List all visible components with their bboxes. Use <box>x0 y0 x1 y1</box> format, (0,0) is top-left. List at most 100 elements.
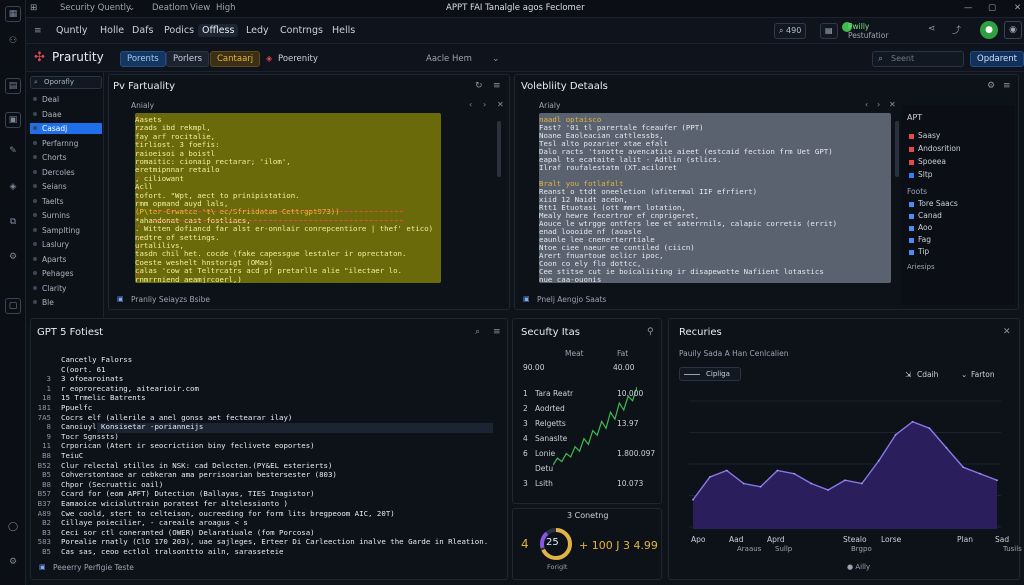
menu-item[interactable]: High <box>216 3 236 13</box>
filter-label[interactable]: Poerenity <box>278 54 318 64</box>
share-link-icon[interactable]: ⤴ <box>952 23 961 36</box>
legend-item[interactable]: Tore Saacs <box>909 199 958 208</box>
cantaarj-button[interactable]: Cantaarj <box>210 51 261 67</box>
chevron-down-icon[interactable]: ⌄ <box>128 3 135 13</box>
minimize-icon[interactable]: — <box>964 3 973 13</box>
sidebar-item[interactable]: Surnins <box>30 210 102 221</box>
tab-dafs[interactable]: Dafs <box>128 24 157 37</box>
gauge-value: 25 <box>546 537 559 548</box>
close-icon[interactable]: ✕ <box>1014 3 1021 13</box>
sidebar-item[interactable]: Clarity <box>30 283 102 294</box>
sidebar-item[interactable]: Daae <box>30 109 102 120</box>
legend-item[interactable]: Spoeea <box>909 157 946 166</box>
code-editor[interactable]: Aasets rzads ibd rekmpl, fay arf rocital… <box>135 113 441 283</box>
legend-item[interactable]: Canad <box>909 211 942 220</box>
sidebar-item[interactable]: Ble <box>30 297 102 308</box>
sidebar-item[interactable]: Aparts <box>30 254 102 265</box>
clipboard-icon[interactable]: ▤ <box>820 23 838 39</box>
avatar[interactable]: ● <box>980 21 998 39</box>
menu-icon[interactable]: ≡ <box>34 26 42 36</box>
legend-item[interactable]: Aoo <box>909 223 932 232</box>
legend-label: Tore Saacs <box>918 199 958 208</box>
menu-item[interactable]: Deatlom <box>152 3 188 13</box>
code-line: 15 Trmelic Batrents <box>61 393 146 403</box>
user-icon[interactable]: ⚇ <box>5 34 21 50</box>
porents-button[interactable]: Porents <box>120 51 166 67</box>
x-tick-label: Plan <box>957 535 973 544</box>
search-count-button[interactable]: ⌕ 490 <box>774 23 807 39</box>
sidebar-item[interactable]: Deal <box>30 94 102 105</box>
search-icon[interactable]: ⌕ <box>475 327 480 337</box>
legend-item[interactable]: Tip <box>909 247 929 256</box>
edit-icon[interactable]: ✎ <box>5 144 21 160</box>
tab-offless[interactable]: Offless <box>198 24 239 37</box>
menu-item[interactable]: View <box>190 3 210 13</box>
close-icon[interactable]: ✕ <box>497 100 504 109</box>
terminal-icon[interactable]: ▢ <box>5 298 21 314</box>
sidebar-item[interactable]: Chorts <box>30 152 102 163</box>
legend-swatch-icon <box>909 225 914 231</box>
chevron-down-icon[interactable]: ⌄ <box>492 54 500 64</box>
mid-label[interactable]: Aacle Hem <box>426 54 472 64</box>
sidebar-item[interactable]: Seians <box>30 181 102 192</box>
legend-label: Fag <box>918 235 931 244</box>
next-icon[interactable]: › <box>483 100 486 109</box>
explorer-icon[interactable]: ▤ <box>5 78 21 94</box>
porlers-button[interactable]: Porlers <box>166 51 210 67</box>
legend-item[interactable]: Fag <box>909 235 931 244</box>
row-index: 2 <box>523 404 528 413</box>
details-editor[interactable]: naadl optaisco Fast? '01 tl parertale fc… <box>539 113 891 283</box>
legend-swatch-icon <box>909 201 914 207</box>
tab-podics[interactable]: Podics <box>160 24 198 37</box>
menu-icon[interactable]: ≡ <box>493 327 501 337</box>
menu-icon[interactable]: ≡ <box>1003 81 1011 91</box>
sidebar-item[interactable]: Laslury <box>30 239 102 250</box>
sidebar-item[interactable]: Samplting <box>30 225 102 236</box>
zoom-icon[interactable]: ⇲ <box>905 370 911 379</box>
files-icon[interactable]: ▣ <box>5 112 21 128</box>
tab-ledy[interactable]: Ledy <box>242 24 273 37</box>
sidebar-item-label: Chorts <box>42 153 67 162</box>
chart-control-1[interactable]: Cdaih <box>917 370 938 379</box>
next-icon[interactable]: › <box>877 100 880 109</box>
sidebar-search[interactable]: ⌕ Oporafly <box>30 76 102 89</box>
settings-icon[interactable]: ⚙ <box>5 250 21 266</box>
legend-item[interactable]: Saasy <box>909 131 940 140</box>
primary-action-button[interactable]: Opdarent <box>970 51 1024 67</box>
legend-label: Tip <box>918 247 930 256</box>
sidebar-item[interactable]: Casadj <box>30 123 102 134</box>
account-icon[interactable]: ◯ <box>5 520 21 536</box>
share-icon[interactable]: ⋖ <box>928 24 936 34</box>
tab-holle[interactable]: Holle <box>96 24 128 37</box>
user-icon[interactable]: ⚲ <box>647 327 654 337</box>
prev-icon[interactable]: ‹ <box>469 100 472 109</box>
sidebar-item[interactable]: Dercoles <box>30 167 102 178</box>
legend-item[interactable]: Andosrition <box>909 144 961 153</box>
settings-icon[interactable]: ⚙ <box>987 81 995 91</box>
maximize-icon[interactable]: ▢ <box>988 3 996 13</box>
gear-icon[interactable]: ⚙ <box>5 555 21 571</box>
shield-icon[interactable]: ◈ <box>5 180 21 196</box>
sidebar-item[interactable]: Perfarnng <box>30 138 102 149</box>
sidebar-item[interactable]: Taelts <box>30 196 102 207</box>
series-toggle[interactable]: Cipliga <box>679 367 741 381</box>
chart-control-2[interactable]: Farton <box>971 370 995 379</box>
refresh-icon[interactable]: ↻ <box>475 81 483 91</box>
tab-hells[interactable]: Hells <box>328 24 359 37</box>
menu-icon[interactable]: ≡ <box>493 81 501 91</box>
close-icon[interactable]: ✕ <box>889 100 896 109</box>
scrollbar[interactable] <box>497 121 501 177</box>
notification-icon[interactable]: ◉ <box>1004 21 1022 39</box>
gutter-marker-icon: • <box>137 151 141 158</box>
tab-contrngs[interactable]: Contrngs <box>276 24 327 37</box>
search-input[interactable]: ⌕ Seent <box>872 51 964 67</box>
close-icon[interactable]: ✕ <box>1003 327 1011 337</box>
legend-item[interactable]: Sltp <box>909 170 933 179</box>
chevron-down-icon[interactable]: ⌄ <box>961 370 967 379</box>
layers-icon[interactable]: ⧉ <box>5 215 21 231</box>
tab-quntly[interactable]: Quntly <box>52 24 92 37</box>
prev-icon[interactable]: ‹ <box>865 100 868 109</box>
menu-title[interactable]: Security Quently <box>60 3 131 13</box>
scrollbar[interactable] <box>895 121 899 177</box>
sidebar-item[interactable]: Pehages <box>30 268 102 279</box>
